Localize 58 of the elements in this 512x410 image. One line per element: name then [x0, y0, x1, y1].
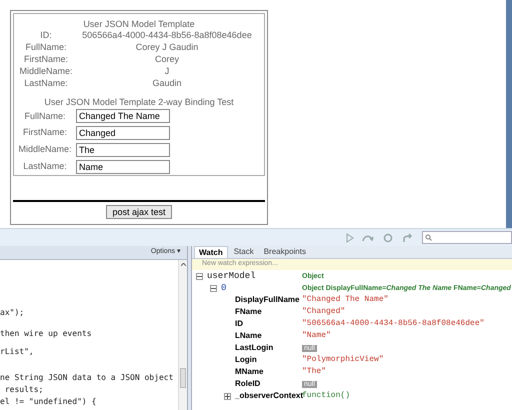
debugger-tab[interactable]: Stack: [230, 246, 258, 258]
scrollbar-thumb[interactable]: [180, 368, 186, 388]
property-value: "506566a4-4000-4434-8b56-8a8f08e46dee": [302, 320, 484, 328]
input-field[interactable]: Name: [76, 160, 170, 174]
search-icon: [425, 234, 432, 241]
property-name: DisplayFullName: [235, 296, 300, 304]
field-value: Corey: [154, 53, 180, 66]
property-value: "Changed The Name": [302, 296, 388, 304]
debugger-tab[interactable]: Breakpoints: [260, 246, 310, 258]
collapse-icon[interactable]: [210, 284, 217, 292]
field-label: MiddleName:: [18, 65, 74, 78]
field-value: J: [164, 65, 170, 78]
property-name: RoleID: [235, 380, 260, 388]
field-value: 506566a4-4000-4434-8b56-8a8f08e46dee: [81, 29, 253, 42]
scroll-up-icon[interactable]: [180, 262, 186, 266]
search-field[interactable]: [422, 231, 512, 244]
code-line: ax");: [0, 307, 26, 319]
input-label: FullName:: [23, 110, 66, 123]
code-line: rList",: [0, 346, 35, 358]
post-ajax-button[interactable]: post ajax test: [106, 205, 172, 219]
input-field[interactable]: Changed The Name: [76, 109, 170, 124]
property-name: LastLogin: [235, 344, 274, 352]
property-name: LName: [235, 332, 262, 340]
property-value: "Changed": [302, 308, 346, 316]
debugger-tab[interactable]: Watch: [194, 246, 228, 258]
property-name: ID: [235, 320, 243, 328]
property-value: "PolymorphicView": [302, 356, 384, 364]
field-label: LastName:: [23, 77, 69, 90]
field-value: Corey J Gaudin: [134, 41, 200, 54]
input-label: MiddleName:: [17, 143, 73, 156]
field-value: Gaudin: [151, 77, 183, 90]
property-name: userModel: [207, 272, 256, 280]
play-icon[interactable]: [346, 232, 354, 242]
property-name: Login: [235, 356, 257, 364]
input-field[interactable]: Changed: [76, 126, 170, 140]
step-over-icon[interactable]: [362, 232, 374, 242]
property-name: _observerContext: [235, 392, 304, 400]
code-line: then wire up events: [0, 328, 93, 340]
code-line: ne String JSON data to a JSON object: [0, 372, 174, 384]
collapse-icon[interactable]: [196, 272, 203, 280]
input-label: FirstName:: [22, 126, 68, 140]
input-field[interactable]: The: [76, 142, 170, 157]
field-label: FullName:: [24, 41, 68, 54]
field-label: ID:: [39, 29, 53, 42]
expand-icon[interactable]: [224, 392, 231, 400]
code-line: el != "undefined") {: [0, 396, 98, 408]
property-value: function(): [302, 392, 350, 400]
step-out-icon[interactable]: [402, 232, 414, 242]
input-label: LastName:: [22, 160, 68, 173]
field-label: FirstName:: [22, 53, 69, 66]
template-title: User JSON Model Template: [83, 18, 195, 30]
property-name: MName: [235, 368, 264, 376]
property-value: "Name": [302, 332, 331, 340]
property-name: 0: [221, 284, 226, 292]
property-value: "The": [302, 368, 326, 376]
code-line: results;: [4, 384, 44, 396]
binding-title: User JSON Model Template 2-way Binding Test: [44, 96, 234, 108]
property-name: FName: [235, 308, 262, 316]
